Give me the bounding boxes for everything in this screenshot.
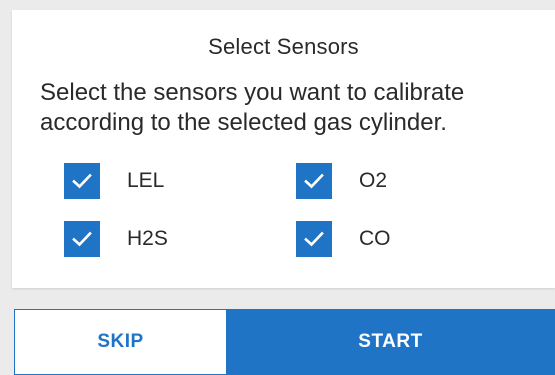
sensor-option-co[interactable]: CO — [296, 220, 528, 258]
skip-button[interactable]: SKIP — [14, 309, 227, 375]
checkmark-icon — [304, 231, 324, 247]
o2-label: O2 — [359, 169, 388, 192]
sensor-option-o2[interactable]: O2 — [296, 162, 528, 200]
sensor-option-h2s[interactable]: H2S — [64, 220, 296, 258]
dialog-description: Select the sensors you want to calibrate… — [40, 79, 465, 136]
checkmark-icon — [72, 231, 92, 247]
select-sensors-card: Select Sensors Select the sensors you wa… — [12, 10, 555, 288]
lel-label: LEL — [127, 169, 165, 192]
start-button[interactable]: START — [226, 309, 555, 375]
co-checkbox[interactable] — [296, 221, 332, 257]
o2-checkbox[interactable] — [296, 163, 332, 199]
checkmark-icon — [72, 173, 92, 189]
sensor-checkbox-list: LEL O2 H2S CO — [64, 162, 534, 258]
co-label: CO — [359, 227, 391, 250]
checkmark-icon — [304, 173, 324, 189]
select-sensors-screen: Select Sensors Select the sensors you wa… — [0, 0, 555, 375]
lel-checkbox[interactable] — [64, 163, 100, 199]
sensor-option-lel[interactable]: LEL — [64, 162, 296, 200]
h2s-checkbox[interactable] — [64, 221, 100, 257]
h2s-label: H2S — [127, 227, 168, 250]
dialog-title: Select Sensors — [208, 34, 359, 59]
